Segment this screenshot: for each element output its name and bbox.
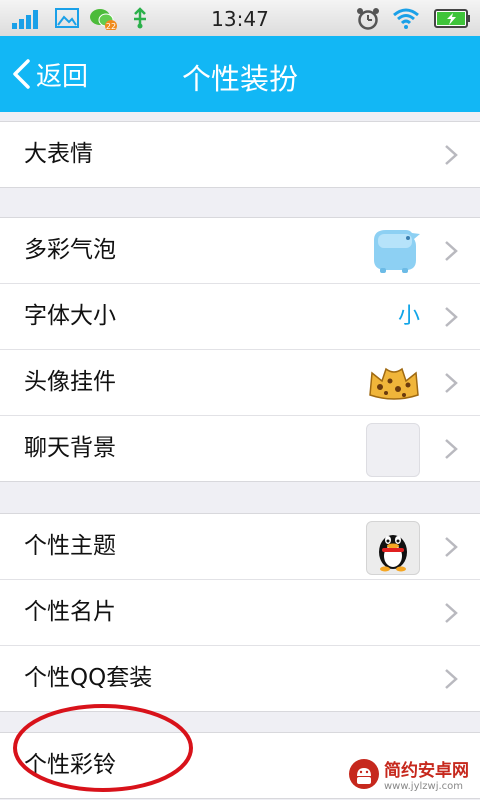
chevron-right-icon (445, 307, 458, 327)
chevron-right-icon (445, 373, 458, 393)
row-label: 多彩气泡 (24, 237, 116, 263)
theme-thumb (366, 521, 420, 575)
battery-icon (434, 9, 470, 28)
settings-group-3: 个性主题 个性名片 个性QQ套装 (0, 513, 480, 712)
row-colorful-bubble[interactable]: 多彩气泡 (0, 218, 480, 284)
row-label: 聊天背景 (24, 435, 116, 461)
chevron-right-icon (445, 439, 458, 459)
row-label: 大表情 (24, 141, 93, 167)
chevron-right-icon (445, 669, 458, 689)
chat-background-thumb (366, 423, 420, 477)
chevron-right-icon (445, 603, 458, 623)
row-label: 个性QQ套装 (24, 665, 153, 691)
row-label: 个性彩铃 (24, 752, 116, 778)
row-chat-background[interactable]: 聊天背景 (0, 416, 480, 481)
watermark-name: 简约安卓网 (384, 761, 469, 781)
watermark: 简约安卓网 www.jylzwj.com (348, 754, 474, 794)
bubble-thumb (374, 230, 420, 273)
watermark-url: www.jylzwj.com (384, 781, 464, 792)
chevron-right-icon (445, 145, 458, 165)
row-big-emoji[interactable]: 大表情 (0, 122, 480, 187)
font-size-value: 小 (397, 304, 420, 329)
row-font-size[interactable]: 字体大小 小 (0, 284, 480, 350)
settings-group-1: 大表情 (0, 121, 480, 188)
chevron-right-icon (445, 537, 458, 557)
chevron-right-icon (445, 241, 458, 261)
status-bar: 22 13:47 (0, 0, 480, 37)
row-avatar-pendant[interactable]: 头像挂件 (0, 350, 480, 416)
title-bar: 返回 个性装扮 (0, 36, 480, 112)
settings-group-2: 多彩气泡 字体大小 小 头像挂件 聊天背景 (0, 217, 480, 482)
wifi-icon (393, 8, 419, 29)
android-logo-icon (349, 759, 379, 789)
row-personal-card[interactable]: 个性名片 (0, 580, 480, 646)
alarm-icon (357, 8, 379, 30)
row-label: 字体大小 (24, 303, 116, 329)
row-label: 个性名片 (24, 599, 116, 625)
row-personal-theme[interactable]: 个性主题 (0, 514, 480, 580)
pendant-thumb (369, 367, 419, 400)
row-qq-suit[interactable]: 个性QQ套装 (0, 646, 480, 711)
row-label: 头像挂件 (24, 369, 116, 395)
row-label: 个性主题 (24, 533, 116, 559)
page-title: 个性装扮 (181, 62, 298, 96)
